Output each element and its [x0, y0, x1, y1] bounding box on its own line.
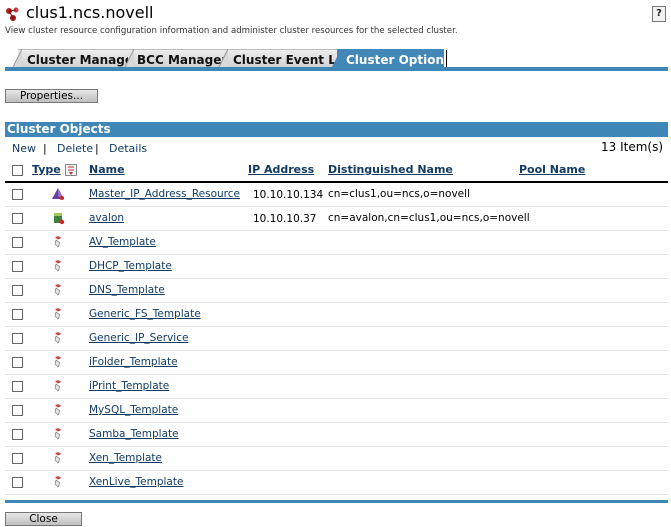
- close-button[interactable]: Close: [5, 512, 82, 526]
- row-checkbox[interactable]: [12, 237, 23, 248]
- tab-label: Cluster Options: [346, 53, 452, 67]
- row-checkbox[interactable]: [12, 405, 23, 416]
- table-row: Xen_Template: [5, 447, 668, 471]
- table-row: Generic_IP_Service: [5, 327, 668, 351]
- row-checkbox[interactable]: [12, 261, 23, 272]
- template-icon: [50, 378, 66, 394]
- delete-link[interactable]: Delete: [57, 142, 93, 155]
- resource-name-link[interactable]: Samba_Template: [89, 428, 179, 440]
- template-icon: [50, 258, 66, 274]
- properties-button[interactable]: Properties...: [5, 89, 98, 103]
- footer-divider: [5, 500, 668, 503]
- template-icon: [50, 426, 66, 442]
- template-icon: [50, 354, 66, 370]
- table-row: MySQL_Template: [5, 399, 668, 423]
- table-row: DNS_Template: [5, 279, 668, 303]
- resource-name-link[interactable]: avalon: [89, 212, 124, 224]
- template-icon: [50, 450, 66, 466]
- tab-cluster-manager[interactable]: Cluster Manager: [18, 49, 139, 69]
- resource-name-link[interactable]: iFolder_Template: [89, 356, 178, 368]
- cluster-icon: [5, 6, 21, 22]
- distinguished-name-cell: cn=clus1,ou=ncs,o=novell: [328, 188, 470, 200]
- resource-name-link[interactable]: AV_Template: [89, 236, 156, 248]
- table-row: Master_IP_Address_Resource 10.10.10.134 cn…: [5, 183, 668, 207]
- ip-address-cell: 10.10.10.37: [253, 213, 317, 225]
- row-checkbox[interactable]: [12, 477, 23, 488]
- template-icon: [50, 330, 66, 346]
- row-checkbox[interactable]: [12, 357, 23, 368]
- select-all-checkbox[interactable]: [12, 165, 23, 176]
- toolbar-separator: |: [43, 142, 47, 155]
- tab-edge: [218, 49, 228, 69]
- new-link[interactable]: New: [12, 142, 36, 155]
- distinguished-name-cell: cn=avalon,cn=clus1,ou=ncs,o=novell: [328, 212, 530, 224]
- page-title: clus1.ncs.novell: [26, 3, 154, 22]
- row-checkbox[interactable]: [12, 309, 23, 320]
- column-distinguished-name[interactable]: Distinguished Name: [328, 163, 453, 176]
- ip-resource-icon: [50, 186, 66, 202]
- resource-name-link[interactable]: Xen_Template: [89, 452, 162, 464]
- title-bar: clus1.ncs.novell ?: [0, 0, 671, 28]
- row-checkbox[interactable]: [12, 453, 23, 464]
- template-icon: [50, 306, 66, 322]
- table-row: XenLive_Template: [5, 471, 668, 495]
- item-count: 13 Item(s): [600, 140, 663, 154]
- row-checkbox[interactable]: [12, 189, 23, 200]
- table-row: DHCP_Template: [5, 255, 668, 279]
- sort-icon[interactable]: [65, 164, 77, 176]
- resource-name-link[interactable]: DHCP_Template: [89, 260, 172, 272]
- column-type[interactable]: Type: [32, 163, 61, 176]
- tab-edge: [12, 49, 22, 69]
- template-icon: [50, 474, 66, 490]
- resource-name-link[interactable]: Generic_IP_Service: [89, 332, 188, 344]
- ip-address-cell: 10.10.10.134: [253, 189, 324, 201]
- row-checkbox[interactable]: [12, 429, 23, 440]
- table-header: Type Name IP Address Distinguished Name …: [5, 160, 668, 180]
- objects-toolbar: New | Delete | Details 13 Item(s): [5, 140, 668, 156]
- template-icon: [50, 282, 66, 298]
- tab-edge: [331, 49, 341, 69]
- resource-name-link[interactable]: Master_IP_Address_Resource: [89, 188, 240, 200]
- resource-name-link[interactable]: Generic_FS_Template: [89, 308, 201, 320]
- row-checkbox[interactable]: [12, 213, 23, 224]
- tab-underline: [5, 67, 668, 71]
- table-row: iFolder_Template: [5, 351, 668, 375]
- tab-cluster-options[interactable]: Cluster Options: [337, 49, 451, 69]
- section-title: Cluster Objects: [5, 122, 668, 137]
- template-icon: [50, 234, 66, 250]
- page-description: View cluster resource configuration info…: [5, 26, 458, 36]
- row-checkbox[interactable]: [12, 333, 23, 344]
- resource-name-link[interactable]: iPrint_Template: [89, 380, 169, 392]
- column-pool-name[interactable]: Pool Name: [519, 163, 585, 176]
- toolbar-separator: |: [95, 142, 99, 155]
- column-name[interactable]: Name: [89, 163, 125, 176]
- table-row: AV_Template: [5, 231, 668, 255]
- cluster-node-icon: [50, 210, 66, 226]
- row-checkbox[interactable]: [12, 285, 23, 296]
- tab-label: BCC Manager: [137, 53, 228, 67]
- table-row: Samba_Template: [5, 423, 668, 447]
- template-icon: [50, 402, 66, 418]
- table-row: iPrint_Template: [5, 375, 668, 399]
- row-checkbox[interactable]: [12, 381, 23, 392]
- tab-cluster-event-log[interactable]: Cluster Event Log: [224, 49, 353, 69]
- tab-bcc-manager[interactable]: BCC Manager: [128, 49, 228, 69]
- tab-edge: [124, 49, 134, 69]
- details-link[interactable]: Details: [109, 142, 147, 155]
- tab-label: Cluster Manager: [27, 53, 139, 67]
- table-row: Generic_FS_Template: [5, 303, 668, 327]
- resource-name-link[interactable]: DNS_Template: [89, 284, 165, 296]
- resource-name-link[interactable]: XenLive_Template: [89, 476, 183, 488]
- help-button[interactable]: ?: [652, 6, 666, 22]
- resource-name-link[interactable]: MySQL_Template: [89, 404, 178, 416]
- table-row: avalon 10.10.10.37 cn=avalon,cn=clus1,ou=n…: [5, 207, 668, 231]
- column-ip-address[interactable]: IP Address: [248, 163, 314, 176]
